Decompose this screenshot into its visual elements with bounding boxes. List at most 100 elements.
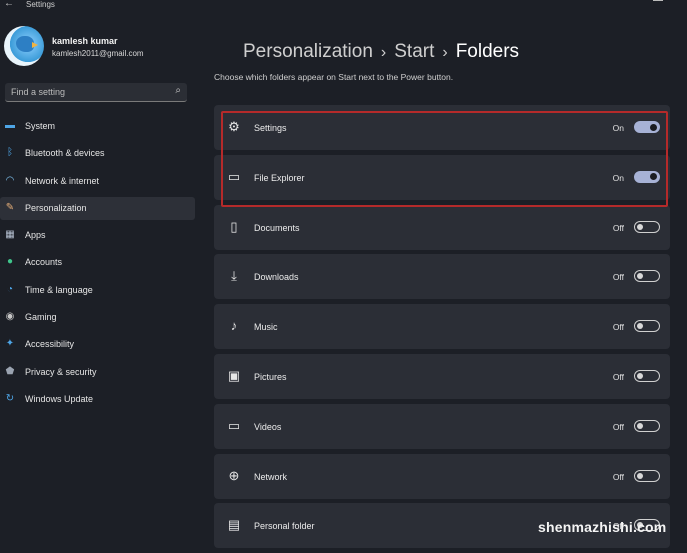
folder-row-videos: ▭ Videos Off [214, 403, 670, 449]
toggle-knob [650, 123, 657, 131]
globe-clock-icon: ◔ [6, 283, 14, 295]
toggle-switch[interactable] [634, 369, 660, 382]
gamepad-icon: ◉ [5, 311, 15, 323]
breadcrumb: Personalization › Start › Folders [243, 41, 519, 63]
toggle-knob [637, 223, 643, 230]
toggle-switch[interactable] [634, 419, 660, 432]
user-name: kamlesh kumar [52, 36, 118, 46]
sidebar-nav: ▬ System ᛒ Bluetooth & devices ◠ Network & in… [0, 115, 195, 415]
folder-label: Videos [254, 421, 282, 432]
toggle-state-label: On [612, 123, 624, 133]
toggle-switch[interactable] [634, 320, 660, 333]
sidebar-item-label: Time & language [25, 284, 93, 295]
sidebar-item-label: Personalization [25, 202, 87, 213]
sidebar-item-label: System [25, 121, 56, 131]
folder-row-settings: ⚙ Settings On [214, 105, 670, 150]
breadcrumb-separator: › [442, 44, 448, 61]
shield-icon: ⬟ [5, 365, 15, 377]
sidebar-item-privacy-security[interactable]: ⬟ Privacy & security [0, 361, 195, 384]
search-input[interactable]: Find a setting ⌕ [5, 83, 187, 102]
toggle-state-label: Off [612, 471, 624, 482]
sidebar-item-personalization[interactable]: ✎ Personalization [0, 196, 195, 220]
folder-label: Network [254, 471, 288, 482]
document-icon: ▯ [230, 218, 238, 234]
network-globe-icon: ⊕ [228, 467, 240, 483]
folder-label: Settings [254, 123, 287, 133]
sidebar-item-time-language[interactable]: ◔ Time & language [0, 279, 195, 302]
brush-icon: ✎ [5, 201, 15, 213]
toggle-state-label: On [612, 172, 624, 183]
folder-label: Documents [254, 222, 300, 233]
search-placeholder: Find a setting [11, 87, 66, 97]
breadcrumb-start[interactable]: Start [394, 41, 434, 62]
sidebar-item-bluetooth-devices[interactable]: ᛒ Bluetooth & devices [0, 142, 195, 165]
sidebar-item-label: Privacy & security [25, 366, 97, 377]
sidebar-item-label: Accessibility [25, 339, 75, 350]
folder-row-pictures: ▣ Pictures Off [214, 353, 670, 399]
folder-label: Music [254, 322, 278, 333]
gear-icon: ⚙ [228, 119, 240, 134]
user-email: kamlesh2011@gmail.com [52, 49, 144, 58]
picture-icon: ▣ [227, 367, 241, 383]
minimize-icon[interactable] [653, 0, 663, 1]
person-icon: ● [6, 256, 14, 268]
folder-list: ⚙ Settings On ▭ File Explorer On ▯ Documents Off… [214, 105, 670, 553]
breadcrumb-separator: › [380, 44, 387, 61]
sidebar-item-gaming[interactable]: ◉ Gaming [0, 306, 195, 329]
toggle-knob [637, 422, 643, 429]
folder-row-downloads: ⤓ Downloads Off [214, 254, 670, 300]
toggle-state-label: Off [612, 222, 624, 233]
sidebar-item-label: Bluetooth & devices [25, 148, 105, 159]
avatar[interactable] [4, 26, 44, 66]
sidebar-item-apps[interactable]: ▦ Apps [0, 224, 195, 247]
sidebar-item-system[interactable]: ▬ System [0, 115, 195, 138]
personal-folder-icon: ▤ [227, 517, 241, 533]
toggle-knob [650, 173, 657, 181]
music-icon: ♪ [230, 318, 238, 334]
folder-row-documents: ▯ Documents Off [214, 204, 670, 250]
wifi-icon: ◠ [5, 174, 15, 186]
toggle-knob [637, 323, 643, 330]
folder-label: Downloads [254, 272, 299, 283]
folder-row-network: ⊕ Network Off [214, 453, 670, 499]
toggle-state-label: Off [612, 421, 624, 432]
toggle-knob [637, 273, 643, 280]
toggle-switch[interactable] [634, 220, 660, 233]
toggle-switch[interactable] [634, 121, 660, 133]
toggle-switch[interactable] [634, 170, 660, 183]
folder-label: Personal folder [254, 521, 315, 532]
apps-icon: ▦ [5, 229, 15, 241]
bluetooth-icon: ᛒ [7, 147, 13, 159]
sidebar-item-accessibility[interactable]: ✦ Accessibility [0, 333, 195, 356]
toggle-state-label: Off [612, 371, 624, 382]
video-icon: ▭ [227, 417, 241, 433]
sidebar-item-windows-update[interactable]: ↻ Windows Update [0, 388, 195, 411]
sidebar-item-label: Network & internet [25, 175, 100, 186]
folder-row-music: ♪ Music Off [214, 304, 670, 350]
accessibility-icon: ✦ [5, 338, 15, 350]
sidebar-item-network-internet[interactable]: ◠ Network & internet [0, 170, 195, 193]
back-arrow-icon[interactable]: ← [4, 0, 14, 9]
toggle-state-label: Off [612, 272, 624, 283]
folder-row-file-explorer: ▭ File Explorer On [214, 154, 670, 200]
breadcrumb-personalization[interactable]: Personalization [243, 41, 373, 62]
watermark: shenmazhishi.com [538, 519, 667, 535]
title-bar: ← Settings [0, 0, 687, 12]
sidebar-item-label: Accounts [25, 257, 63, 268]
toggle-switch[interactable] [634, 270, 660, 283]
sidebar-item-label: Gaming [25, 312, 57, 323]
update-icon: ↻ [5, 392, 15, 404]
folder-icon: ▭ [227, 168, 241, 184]
page-title: Folders [455, 41, 520, 62]
window-title: Settings [26, 0, 55, 9]
sidebar-item-accounts[interactable]: ● Accounts [0, 251, 195, 274]
toggle-knob [637, 372, 643, 379]
toggle-knob [637, 472, 643, 479]
download-icon: ⤓ [231, 268, 237, 284]
sidebar-item-label: Windows Update [25, 393, 94, 404]
sidebar: kamlesh kumar kamlesh2011@gmail.com Find… [0, 12, 200, 547]
sidebar-item-label: Apps [25, 230, 46, 241]
toggle-switch[interactable] [634, 469, 660, 482]
folder-label: Pictures [254, 371, 287, 382]
monitor-icon: ▬ [5, 120, 15, 131]
